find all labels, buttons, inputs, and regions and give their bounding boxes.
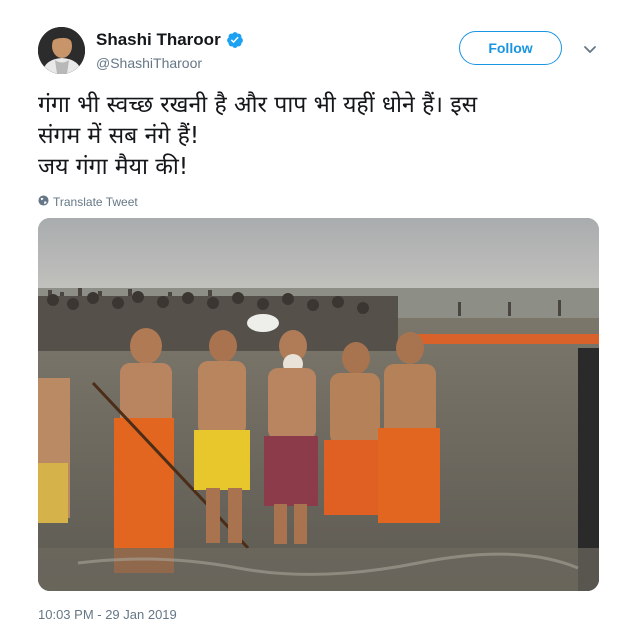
tweet-text-line: संगम में सब नंगे हैं!	[38, 123, 200, 149]
author-handle[interactable]: @ShashiTharoor	[96, 55, 202, 71]
chevron-down-icon[interactable]	[583, 42, 597, 53]
tweet-text: गंगा भी स्वच्छ रखनी है और पाप भी यहीं धो…	[38, 90, 608, 183]
tweet-card: Shashi Tharoor @ShashiTharoor Follow गंग…	[0, 0, 635, 635]
globe-icon	[38, 193, 49, 211]
verified-badge-icon	[226, 31, 244, 49]
tweet-text-line: गंगा भी स्वच्छ रखनी है और पाप भी यहीं धो…	[38, 92, 478, 118]
translate-tweet-link[interactable]: Translate Tweet	[38, 193, 138, 211]
profile-photo	[38, 27, 85, 74]
tweet-photo[interactable]	[38, 218, 599, 591]
translate-tweet-label: Translate Tweet	[53, 195, 138, 209]
author-name-row: Shashi Tharoor	[96, 30, 244, 50]
author-avatar[interactable]	[38, 27, 85, 74]
river-procession-photo	[38, 218, 599, 591]
tweet-text-line: जय गंगा मैया की!	[38, 154, 189, 180]
tweet-timestamp[interactable]: 10:03 PM - 29 Jan 2019	[38, 607, 177, 622]
follow-button[interactable]: Follow	[459, 31, 562, 65]
author-display-name[interactable]: Shashi Tharoor	[96, 30, 221, 50]
